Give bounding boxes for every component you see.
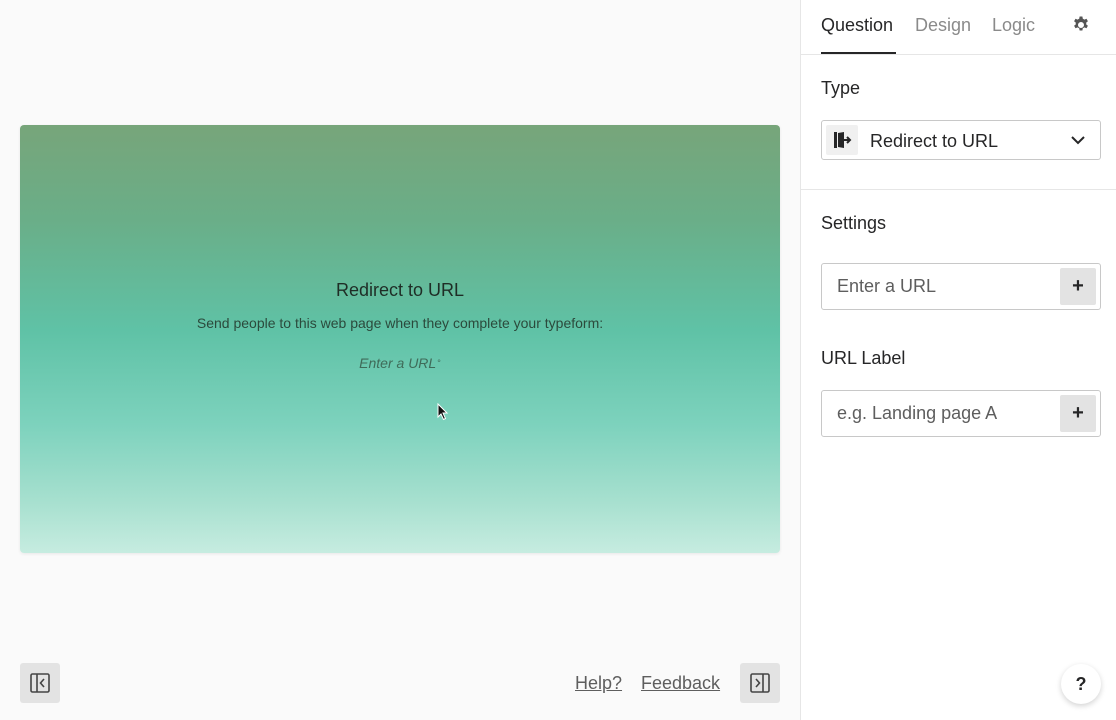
feedback-link[interactable]: Feedback — [641, 672, 720, 694]
required-mark: ° — [437, 358, 441, 368]
toggle-right-panel-button[interactable] — [740, 663, 780, 703]
section-divider — [801, 189, 1116, 190]
sidebar-tabs: Question Design Logic — [801, 0, 1116, 55]
canvas-area: Redirect to URL Send people to this web … — [0, 0, 800, 720]
help-button[interactable]: ? — [1061, 664, 1101, 704]
redirect-exit-icon — [834, 132, 852, 148]
help-link[interactable]: Help? — [575, 672, 622, 694]
toggle-left-panel-button[interactable] — [20, 663, 60, 703]
active-tab-indicator — [821, 52, 896, 54]
collapse-left-panel-icon — [30, 673, 50, 693]
redirect-url-input[interactable] — [822, 264, 1058, 309]
redirect-type-icon-box — [826, 125, 858, 155]
settings-section-label: Settings — [821, 213, 887, 233]
preview-description: Send people to this web page when they c… — [196, 315, 604, 331]
chevron-down-icon — [1071, 136, 1085, 145]
settings-sidebar: Question Design Logic Type Redirect to U… — [800, 0, 1116, 720]
preview-url-field[interactable]: Enter a URL° — [359, 354, 441, 372]
tab-logic[interactable]: Logic — [992, 14, 1035, 36]
tab-design[interactable]: Design — [915, 14, 971, 36]
redirect-url-field: + — [821, 263, 1101, 310]
mouse-cursor-icon — [437, 403, 449, 421]
url-label-input[interactable] — [822, 391, 1058, 436]
tab-question[interactable]: Question — [821, 14, 893, 36]
gear-icon[interactable] — [1071, 15, 1091, 35]
url-label-field: + — [821, 390, 1101, 437]
collapse-right-panel-icon — [750, 673, 770, 693]
preview-url-placeholder: Enter a URL — [359, 355, 437, 371]
type-section-label: Type — [821, 78, 861, 98]
add-variable-button[interactable]: + — [1060, 268, 1096, 305]
url-label-section-label: URL Label — [821, 348, 906, 368]
question-type-dropdown[interactable]: Redirect to URL — [821, 120, 1101, 160]
preview-title: Redirect to URL — [335, 280, 465, 300]
redirect-preview-card[interactable]: Redirect to URL Send people to this web … — [20, 125, 780, 553]
preview-content: Redirect to URL Send people to this web … — [20, 278, 780, 373]
selected-type-label: Redirect to URL — [870, 131, 999, 151]
add-label-variable-button[interactable]: + — [1060, 395, 1096, 432]
